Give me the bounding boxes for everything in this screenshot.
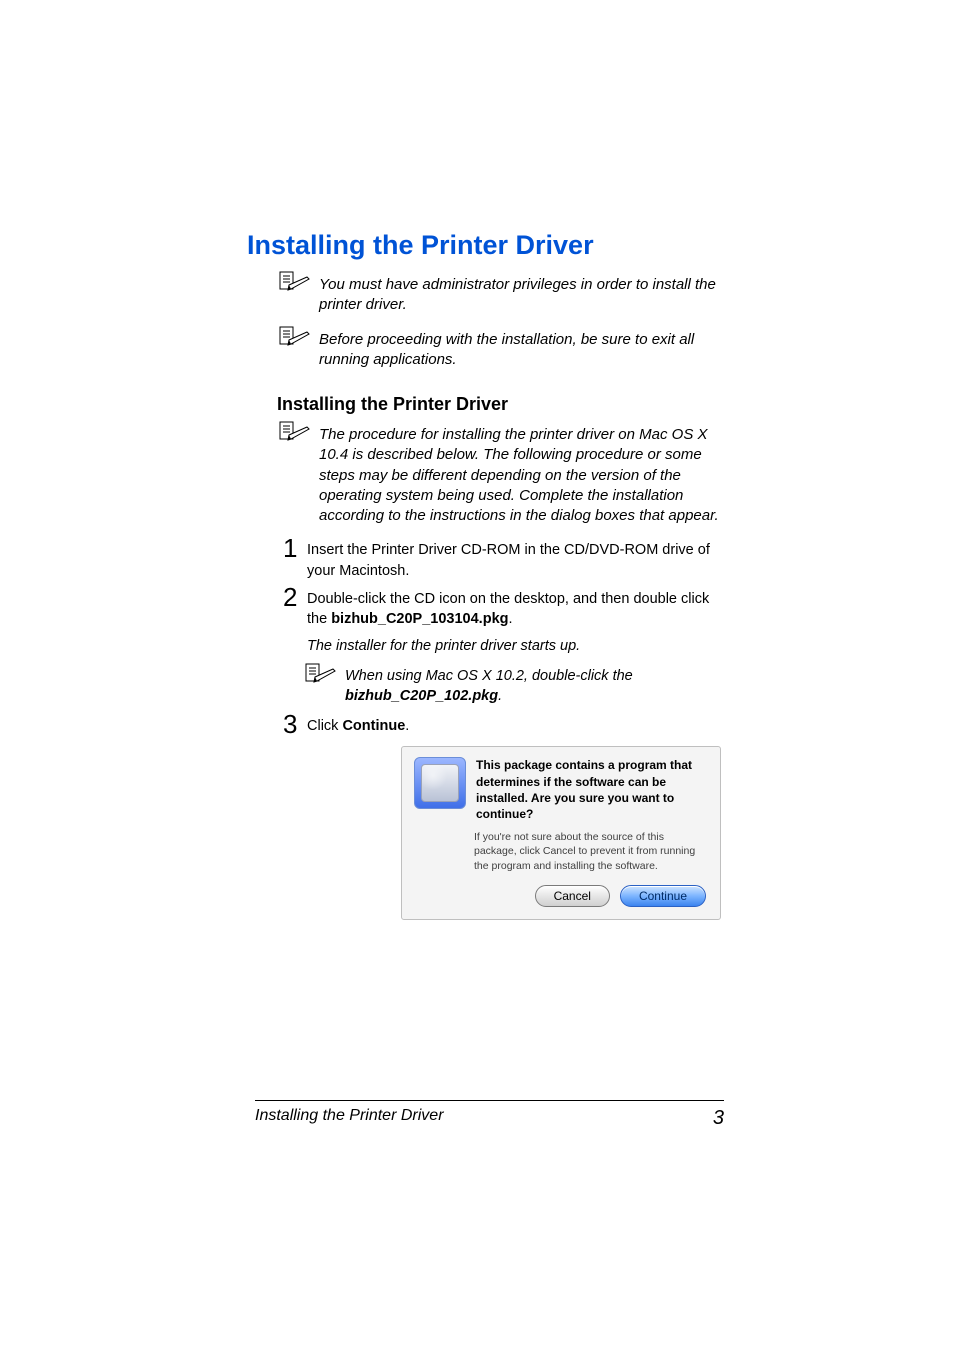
step-text-post: . [405, 718, 409, 734]
package-name-102: bizhub_C20P_102.pkg [345, 688, 498, 704]
package-icon [414, 757, 466, 809]
step-text: Double-click the CD icon on the desktop,… [307, 591, 709, 627]
footer-title: Installing the Printer Driver [255, 1107, 444, 1130]
package-name: bizhub_C20P_103104.pkg [331, 611, 508, 627]
note-text: The procedure for installing the printer… [319, 426, 719, 524]
note-exit-apps: Before proceeding with the installation,… [319, 330, 724, 371]
continue-button[interactable]: Continue [620, 885, 706, 907]
step-1: 1 Insert the Printer Driver CD-ROM in th… [287, 540, 724, 581]
continue-label: Continue [342, 718, 405, 734]
note-icon [279, 326, 311, 354]
step-text: Insert the Printer Driver CD-ROM in the … [307, 542, 710, 578]
note-text: Before proceeding with the installation,… [319, 331, 694, 368]
note-admin-privileges: You must have administrator privileges i… [319, 275, 724, 316]
step-text-pre: Click [307, 718, 342, 734]
step-text: Click Continue. [307, 718, 409, 734]
step-number: 3 [283, 706, 297, 742]
page-footer: Installing the Printer Driver 3 [255, 1100, 724, 1130]
note-text: When using Mac OS X 10.2, double-click t… [345, 668, 633, 704]
step-number: 2 [283, 579, 297, 615]
step-2: 2 Double-click the CD icon on the deskto… [287, 589, 724, 630]
footer-rule [255, 1100, 724, 1101]
dialog-explain: If you're not sure about the source of t… [402, 830, 720, 879]
footer-page-number: 3 [713, 1107, 724, 1130]
note-macosx-version: The procedure for installing the printer… [319, 425, 724, 526]
note-text-pre: When using Mac OS X 10.2, double-click t… [345, 668, 633, 684]
step-text-post: . [509, 611, 513, 627]
note-macosx-102: When using Mac OS X 10.2, double-click t… [345, 667, 724, 706]
note-icon [305, 663, 337, 692]
installer-dialog: This package contains a program that det… [401, 746, 721, 919]
dialog-message: This package contains a program that det… [476, 757, 708, 822]
page-heading: Installing the Printer Driver [247, 230, 724, 261]
note-text-post: . [498, 688, 502, 704]
section-heading: Installing the Printer Driver [277, 394, 724, 415]
note-text: You must have administrator privileges i… [319, 276, 716, 313]
cancel-button[interactable]: Cancel [535, 885, 610, 907]
note-icon [279, 421, 311, 449]
step-3: 3 Click Continue. [287, 716, 724, 736]
step-number: 1 [283, 530, 297, 566]
note-icon [279, 271, 311, 299]
step-2-result: The installer for the printer driver sta… [307, 637, 724, 657]
